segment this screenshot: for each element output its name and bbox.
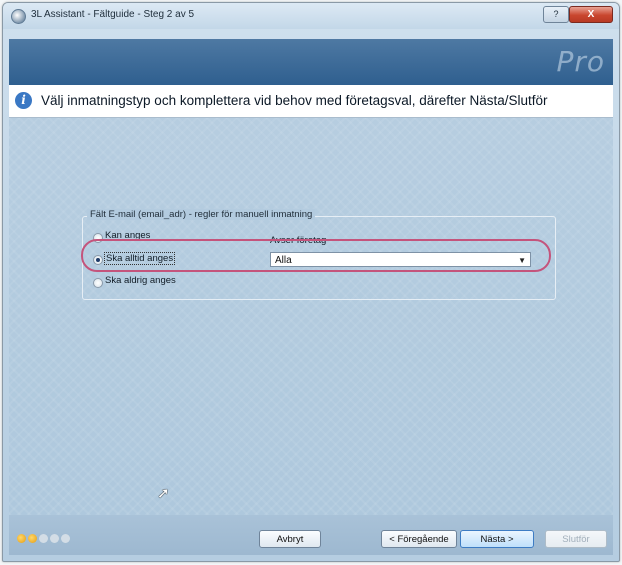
instruction-bar: i Välj inmatningstyp och komplettera vid… <box>9 85 613 118</box>
previous-button[interactable]: < Föregående <box>381 530 457 548</box>
wizard-content: Fält E-mail (email_adr) - regler för man… <box>9 118 613 515</box>
close-button[interactable]: X <box>569 6 613 23</box>
cancel-button[interactable]: Avbryt <box>259 530 321 548</box>
header-banner: Pro <box>9 39 613 85</box>
step-dot <box>17 534 26 543</box>
step-progress-dots <box>17 530 72 548</box>
help-button[interactable]: ? <box>543 6 569 23</box>
instruction-text: Välj inmatningstyp och komplettera vid b… <box>41 93 548 108</box>
next-button[interactable]: Nästa > <box>460 530 534 548</box>
wizard-window: 3L Assistant - Fältguide - Steg 2 av 5 ?… <box>2 2 620 562</box>
selection-highlight-ring <box>81 239 551 272</box>
radio-label-ska-aldrig-anges[interactable]: Ska aldrig anges <box>105 275 176 286</box>
pro-logo: Pro <box>556 45 605 78</box>
step-dot <box>61 534 70 543</box>
finish-button[interactable]: Slutför <box>545 530 607 548</box>
groupbox-title: Fält E-mail (email_adr) - regler för man… <box>87 209 316 220</box>
step-dot <box>50 534 59 543</box>
title-bar[interactable]: 3L Assistant - Fältguide - Steg 2 av 5 ?… <box>3 3 619 29</box>
app-icon <box>11 9 26 24</box>
mouse-pointer-icon: ➚ <box>157 485 170 502</box>
radio-ska-aldrig-anges[interactable] <box>93 278 103 288</box>
step-dot <box>28 534 37 543</box>
window-title: 3L Assistant - Fältguide - Steg 2 av 5 <box>31 9 195 20</box>
wizard-footer: Avbryt < Föregående Nästa > Slutför <box>9 515 613 555</box>
step-dot <box>39 534 48 543</box>
info-icon: i <box>15 92 32 109</box>
